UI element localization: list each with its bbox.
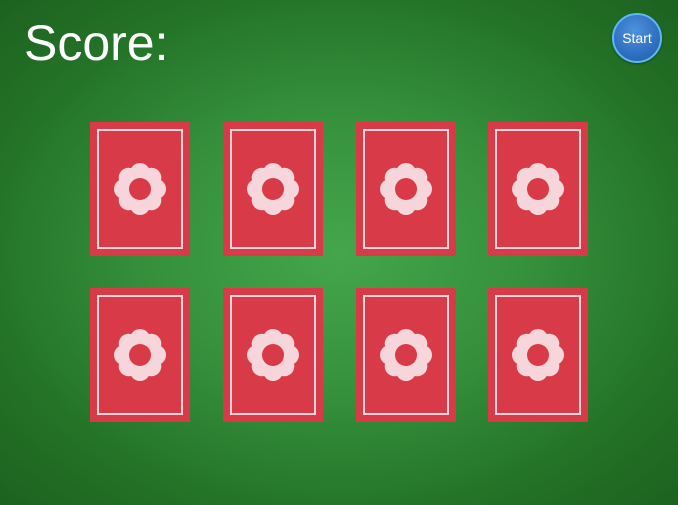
card-2[interactable] (223, 122, 323, 256)
card-8[interactable] (488, 288, 588, 422)
flower-icon (510, 161, 566, 217)
flower-icon (112, 161, 168, 217)
card-1[interactable] (90, 122, 190, 256)
card-4[interactable] (488, 122, 588, 256)
game-table: Score: Start (0, 0, 678, 505)
flower-icon (245, 161, 301, 217)
flower-icon (378, 327, 434, 383)
card-7[interactable] (356, 288, 456, 422)
flower-icon (112, 327, 168, 383)
flower-icon (245, 327, 301, 383)
flower-icon (510, 327, 566, 383)
flower-icon (378, 161, 434, 217)
card-3[interactable] (356, 122, 456, 256)
card-6[interactable] (223, 288, 323, 422)
card-5[interactable] (90, 288, 190, 422)
card-grid (0, 0, 678, 505)
